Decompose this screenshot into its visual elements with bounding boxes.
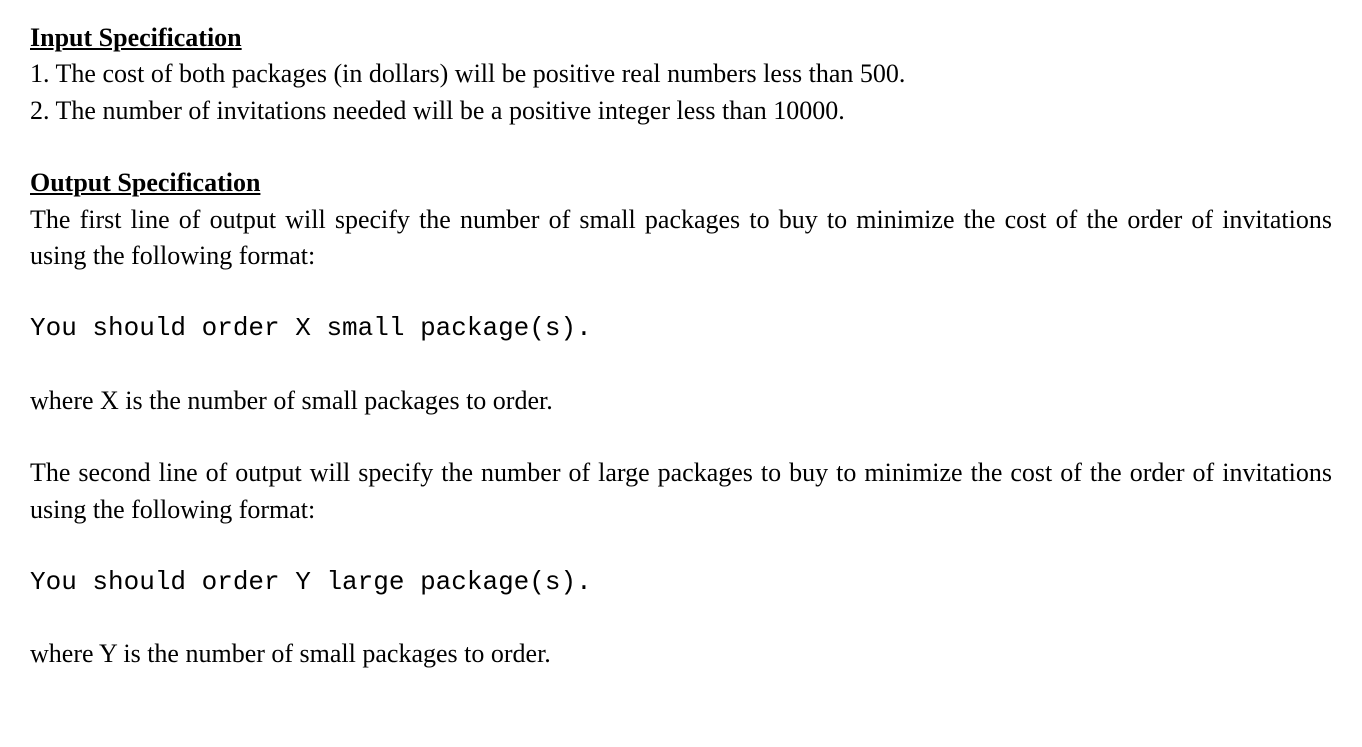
output-spec-para-4: where Y is the number of small packages …	[30, 636, 1332, 672]
output-code-example-2: You should order Y large package(s).	[30, 564, 1332, 600]
output-spec-para-3: The second line of output will specify t…	[30, 455, 1332, 528]
output-code-example-1: You should order X small package(s).	[30, 310, 1332, 346]
output-specification-section: Output Specification The first line of o…	[30, 165, 1332, 673]
output-spec-para-1: The first line of output will specify th…	[30, 202, 1332, 275]
output-spec-para-2: where X is the number of small packages …	[30, 383, 1332, 419]
section-spacer	[30, 129, 1332, 165]
input-spec-heading: Input Specification	[30, 20, 1332, 56]
paragraph-spacer	[30, 528, 1332, 564]
input-specification-section: Input Specification 1. The cost of both …	[30, 20, 1332, 129]
output-spec-heading: Output Specification	[30, 165, 1332, 201]
paragraph-spacer	[30, 274, 1332, 310]
paragraph-spacer	[30, 419, 1332, 455]
paragraph-spacer	[30, 347, 1332, 383]
input-spec-item-2: 2. The number of invitations needed will…	[30, 93, 1332, 129]
paragraph-spacer	[30, 600, 1332, 636]
input-spec-item-1: 1. The cost of both packages (in dollars…	[30, 56, 1332, 92]
